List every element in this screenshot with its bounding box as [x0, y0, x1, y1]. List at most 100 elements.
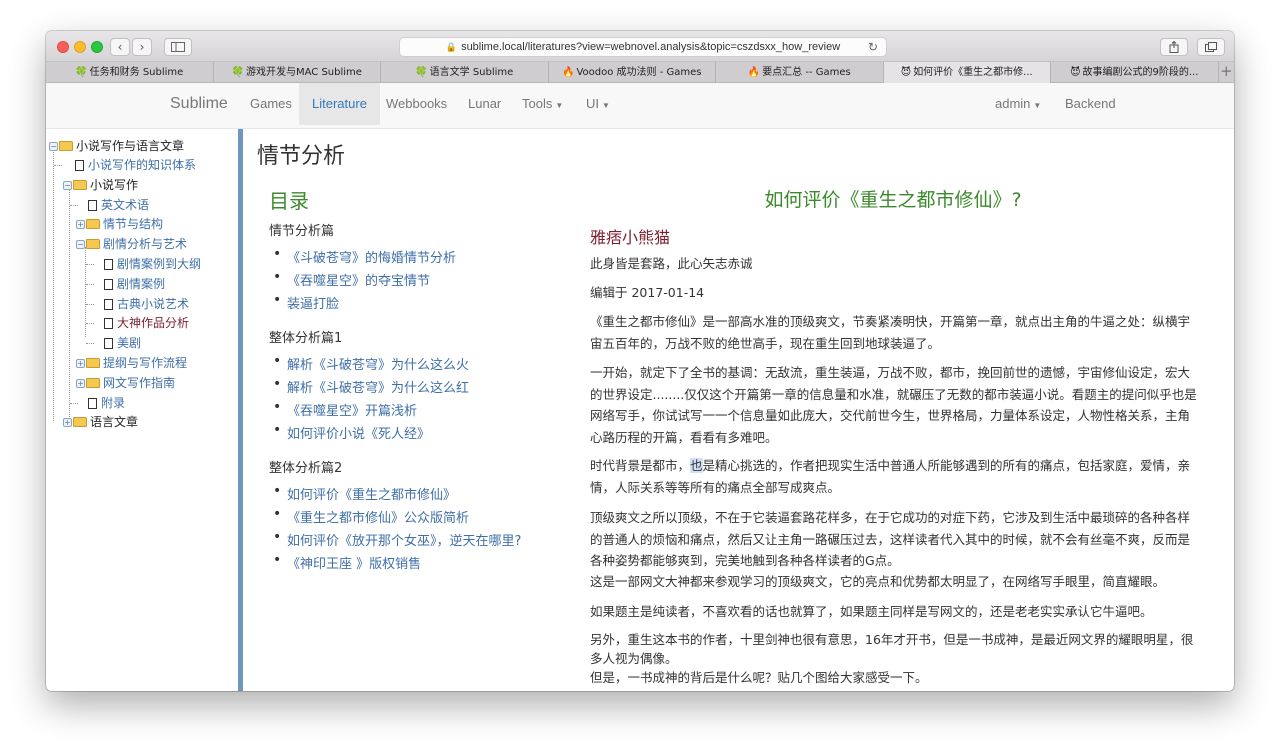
- toc-section-title: 整体分析篇2: [269, 461, 343, 476]
- toc-link[interactable]: 如何评价《放开那个女巫》，逆天在哪里?: [273, 529, 521, 549]
- tree-node-writing[interactable]: − 小说写作: [63, 176, 138, 194]
- author-tagline: 此身皆是套路，此心矢志赤诚: [590, 256, 753, 271]
- document-icon: [104, 278, 113, 290]
- document-icon: [104, 317, 113, 329]
- caret-down-icon: ▼: [602, 101, 610, 110]
- expand-icon[interactable]: +: [76, 378, 85, 388]
- article-paragraph: 顶级爽文之所以顶级，不在于它装逼套路花样多，在于它成功的对症下药，它涉及到生活中…: [590, 510, 1191, 568]
- document-icon: [88, 397, 97, 409]
- reload-icon[interactable]: ↻: [868, 38, 878, 56]
- expand-icon[interactable]: +: [76, 358, 85, 368]
- browser-tab[interactable]: 🍀 语言文学 Sublime: [381, 62, 549, 83]
- lock-icon: 🔒: [445, 42, 458, 52]
- nav-backend[interactable]: Backend: [1056, 83, 1125, 125]
- nav-games[interactable]: Games: [240, 83, 302, 125]
- tree-node-outline-flow[interactable]: + 提纲与写作流程: [76, 354, 187, 372]
- toc-link[interactable]: 装逼打脸: [273, 292, 339, 312]
- toc-link[interactable]: 解析《斗破苍穹》为什么这么火: [273, 353, 469, 373]
- tree-node-language[interactable]: + 语言文章: [63, 413, 138, 431]
- browser-window: ‹ › 🔒 sublime.local/literatures?view=webn…: [46, 31, 1234, 691]
- close-window-button[interactable]: [57, 41, 69, 53]
- share-button[interactable]: [1160, 38, 1188, 56]
- collapse-icon[interactable]: −: [76, 239, 85, 249]
- browser-tab-active[interactable]: 😈 如何评价《重生之都市修...: [883, 62, 1051, 83]
- clover-icon: 🍀: [75, 67, 88, 78]
- browser-tab[interactable]: 🍀 任务和财务 Sublime: [46, 62, 214, 83]
- toc-link[interactable]: 《斗破苍穹》的悔婚情节分析: [273, 246, 456, 266]
- document-icon: [88, 199, 97, 211]
- tree-node-cases[interactable]: 剧情案例: [104, 275, 165, 293]
- browser-tab[interactable]: 🔥 要点汇总 -- Games: [716, 62, 884, 83]
- nav-user-dropdown[interactable]: admin ▼: [986, 83, 1050, 125]
- collapse-icon[interactable]: −: [49, 141, 58, 151]
- toc-link[interactable]: 如何评价小说《死人经》: [273, 422, 430, 442]
- zoom-window-button[interactable]: [91, 41, 103, 53]
- article-paragraph: 时代背景是都市，也是精心挑选的，作者把现实生活中普通人所能够遇到的所有的痛点，包…: [590, 458, 1191, 495]
- tab-overview-button[interactable]: [1197, 38, 1225, 56]
- article-paragraph: 另外，重生这本书的作者，十里剑神也很有意思，16年才开书，但是一书成神，是最近网…: [590, 632, 1194, 666]
- nav-tools-dropdown[interactable]: Tools ▼: [513, 83, 572, 125]
- collapse-icon[interactable]: −: [63, 180, 72, 190]
- fire-icon: 🔥: [562, 67, 575, 78]
- toc-link[interactable]: 解析《斗破苍穹》为什么这么红: [273, 376, 469, 396]
- caret-down-icon: ▼: [1033, 101, 1042, 110]
- site-navbar: Sublime Games Literature Webbooks Lunar …: [46, 83, 1234, 129]
- folder-open-icon: [59, 141, 73, 151]
- tree-node-case-outline[interactable]: 剧情案例到大纲: [104, 255, 201, 273]
- brand-logo[interactable]: Sublime: [170, 83, 228, 125]
- minimize-window-button[interactable]: [74, 41, 86, 53]
- toc-section-title: 情节分析篇: [269, 224, 335, 239]
- browser-tab[interactable]: 😈 故事编剧公式的9阶段的...: [1051, 62, 1219, 83]
- category-tree: − 小说写作与语言文章 小说写作的知识体系 − 小说写作 英文术语 + 情节与结构 −…: [46, 129, 238, 691]
- toc-link[interactable]: 《重生之都市修仙》公众版简析: [273, 506, 469, 526]
- expand-icon[interactable]: +: [76, 219, 85, 229]
- tree-node-classic-art[interactable]: 古典小说艺术: [104, 295, 189, 313]
- tree-node-plot-art[interactable]: − 剧情分析与艺术: [76, 235, 187, 253]
- expand-icon[interactable]: +: [63, 417, 72, 427]
- browser-tab[interactable]: 🔥 Voodoo 成功法则 - Games: [549, 62, 716, 83]
- folder-open-icon: [73, 180, 87, 190]
- tree-node-terms[interactable]: 英文术语: [88, 196, 149, 214]
- nav-lunar[interactable]: Lunar: [459, 83, 510, 125]
- nav-literature[interactable]: Literature: [299, 83, 380, 125]
- tree-node-master-analysis[interactable]: 大神作品分析: [104, 314, 189, 332]
- document-icon: [104, 337, 113, 349]
- article-author[interactable]: 雅痞小熊猫: [590, 224, 670, 248]
- tree-node-appendix[interactable]: 附录: [88, 394, 125, 412]
- article-paragraph: 这是一部网文大神都来参观学习的顶级爽文，它的亮点和优势都太明显了，在网络写手眼里…: [590, 574, 1166, 589]
- fire-icon: 🔥: [747, 67, 761, 78]
- sidebar-toggle-button[interactable]: [164, 38, 192, 56]
- title-bar: ‹ › 🔒 sublime.local/literatures?view=webn…: [46, 31, 1234, 62]
- document-icon: [104, 298, 113, 310]
- devil-icon: 😈: [900, 67, 912, 78]
- folder-icon: [86, 219, 100, 229]
- folder-icon: [86, 378, 100, 388]
- sidebar-splitter[interactable]: [238, 129, 243, 691]
- chevron-left-icon: ‹: [117, 40, 123, 54]
- tree-node-root[interactable]: − 小说写作与语言文章: [49, 137, 184, 155]
- tree-node-knowledge[interactable]: 小说写作的知识体系: [75, 156, 196, 174]
- back-button[interactable]: ‹: [110, 38, 130, 56]
- folder-icon: [73, 417, 87, 427]
- browser-tab[interactable]: 🍀 游戏开发与MAC Sublime: [214, 62, 381, 83]
- address-bar[interactable]: 🔒 sublime.local/literatures?view=webnovel…: [399, 37, 887, 57]
- toc-link[interactable]: 《神印王座 》版权销售: [273, 552, 421, 572]
- new-tab-button[interactable]: +: [1219, 62, 1235, 82]
- edit-date: 编辑于 2017-01-14: [590, 285, 705, 300]
- plus-icon: +: [1219, 62, 1233, 80]
- chevron-right-icon: ›: [139, 40, 145, 54]
- tab-bar: 🍀 任务和财务 Sublime 🍀 游戏开发与MAC Sublime 🍀 语言文学 S…: [46, 62, 1234, 83]
- tree-node-us-drama[interactable]: 美剧: [104, 334, 141, 352]
- nav-webbooks[interactable]: Webbooks: [377, 83, 456, 125]
- toc-link[interactable]: 《吞噬星空》的夺宝情节: [273, 269, 430, 289]
- document-icon: [104, 258, 113, 270]
- folder-open-icon: [86, 239, 100, 249]
- folder-icon: [86, 358, 100, 368]
- toc-link[interactable]: 《吞噬星空》开篇浅析: [273, 399, 417, 419]
- nav-ui-dropdown[interactable]: UI ▼: [577, 83, 619, 125]
- tree-node-plot-structure[interactable]: + 情节与结构: [76, 215, 163, 233]
- toc-link[interactable]: 如何评价《重生之都市修仙》: [273, 483, 456, 503]
- tree-node-webnovel-guide[interactable]: + 网文写作指南: [76, 374, 175, 392]
- forward-button[interactable]: ›: [132, 38, 152, 56]
- devil-icon: 😈: [1070, 67, 1081, 78]
